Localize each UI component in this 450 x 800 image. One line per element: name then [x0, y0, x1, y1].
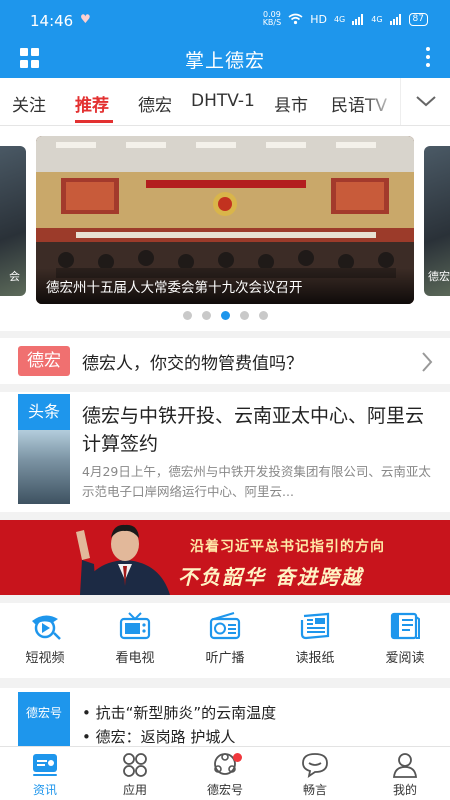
- top-news-card[interactable]: 头条 德宏与中铁开投、云南亚太中心、阿里云计算签约 4月29日上午，德宏州与中铁…: [0, 392, 450, 512]
- next-slide-caption: 德宏: [428, 270, 450, 283]
- hd-label: HD: [310, 12, 327, 26]
- dehong-badge: 德宏: [18, 346, 70, 376]
- news-carousel[interactable]: 会 德宏州十五届人大常委会第十九次会议召开 德宏: [0, 126, 450, 331]
- active-tab-indicator: [75, 120, 113, 123]
- leader-portrait: [76, 524, 170, 595]
- quicknav-label: 看电视: [115, 651, 155, 666]
- news-title[interactable]: 德宏与中铁开投、云南亚太中心、阿里云计算签约: [82, 402, 442, 458]
- tab-guanzhu[interactable]: 关注: [12, 91, 46, 116]
- book-icon: [390, 612, 420, 640]
- net-speed: 0.09 KB/S: [263, 11, 282, 27]
- nav-label: 我的: [392, 783, 417, 797]
- nav-label: 应用: [122, 783, 147, 797]
- news-icon: [33, 754, 57, 776]
- carousel-next-slide[interactable]: 德宏: [424, 146, 450, 296]
- notification-badge: [233, 753, 242, 762]
- dehonghao-item[interactable]: • 抗击“新型肺炎”的云南温度: [82, 702, 276, 723]
- category-tabs: 关注 推荐 德宏 DHTV-1 县市 民语TV: [0, 78, 450, 126]
- quicknav-label: 读报纸: [295, 651, 335, 666]
- status-time: 14:46: [30, 12, 74, 30]
- expand-tabs-button[interactable]: [400, 78, 450, 125]
- tab-dhtv-1[interactable]: DHTV-1: [191, 91, 255, 111]
- battery-indicator: 87: [408, 12, 428, 26]
- dehonghao-card[interactable]: 德宏号 • 抗击“新型肺炎”的云南温度 • 德宏：返岗路 护城人: [0, 688, 450, 746]
- radio-icon: [209, 612, 241, 640]
- quicknav-label: 爱阅读: [385, 651, 425, 666]
- carousel-dot[interactable]: [239, 311, 249, 320]
- headline-ticker[interactable]: 德宏 德宏人，你交的物管费值吗？: [0, 338, 450, 384]
- nav-profile[interactable]: 我的: [360, 751, 450, 798]
- status-bar: 14:46 ♥ 0.09 KB/S HD 4G 4G 87: [0, 0, 450, 38]
- signal-icon: [352, 13, 364, 25]
- app-title: 掌上德宏: [184, 50, 265, 72]
- carousel-dot[interactable]: [201, 311, 211, 320]
- chat-icon: [302, 753, 328, 778]
- tab-tuijian[interactable]: 推荐: [75, 91, 109, 116]
- headline-text[interactable]: 德宏人，你交的物管费值吗？: [82, 349, 303, 374]
- news-thumbnail: 头条: [18, 394, 70, 504]
- wifi-icon: [288, 13, 303, 25]
- nav-label: 畅言: [302, 783, 327, 797]
- banner-slogan-line1: 沿着习近平总书记指引的方向: [190, 539, 385, 555]
- quicknav-label: 听广播: [205, 651, 245, 666]
- banner-slogan-line2: 不负韶华 奋进跨越: [178, 565, 363, 589]
- more-options-icon[interactable]: [424, 47, 432, 67]
- carousel-current-slide[interactable]: 德宏州十五届人大常委会第十九次会议召开: [36, 136, 414, 304]
- promo-banner[interactable]: 沿着习近平总书记指引的方向 不负韶华 奋进跨越: [0, 520, 450, 595]
- carousel-dots: [0, 311, 450, 320]
- tab-xianshi[interactable]: 县市: [274, 91, 308, 116]
- carousel-dot-active[interactable]: [220, 311, 230, 320]
- nav-chat[interactable]: 畅言: [270, 751, 360, 798]
- nav-label: 德宏号: [206, 783, 243, 797]
- nav-label: 资讯: [32, 783, 57, 797]
- quicknav-reading[interactable]: 爱阅读: [360, 611, 450, 666]
- dehonghao-logo: 德宏号: [18, 692, 70, 746]
- profile-icon: [393, 753, 417, 778]
- dehonghao-item[interactable]: • 德宏：返岗路 护城人: [82, 726, 235, 746]
- chevron-right-icon[interactable]: [420, 351, 434, 373]
- tab-dehong[interactable]: 德宏: [138, 91, 172, 116]
- tv-icon: [119, 612, 151, 640]
- news-summary: 4月29日上午，德宏州与中铁开发投资集团有限公司、云南亚太示范电子口岸网络运行中…: [82, 464, 431, 499]
- quicknav-tv[interactable]: 看电视: [90, 611, 180, 666]
- status-indicators: 0.09 KB/S HD 4G 4G 87: [263, 11, 428, 27]
- nav-dehonghao[interactable]: 德宏号: [180, 751, 270, 798]
- carousel-dot[interactable]: [182, 311, 192, 320]
- quick-nav: 短视频 看电视 听广播 读报纸 爱阅读: [0, 603, 450, 678]
- nav-apps[interactable]: 应用: [90, 751, 180, 798]
- quicknav-newspaper[interactable]: 读报纸: [270, 611, 360, 666]
- quicknav-radio[interactable]: 听广播: [180, 611, 270, 666]
- network-1-label: 4G: [333, 14, 346, 24]
- newspaper-icon: [300, 612, 330, 640]
- apps-icon: [123, 753, 147, 777]
- short-video-icon: [32, 615, 61, 640]
- net-speed-unit: KB/S: [262, 18, 282, 27]
- quicknav-short-video[interactable]: 短视频: [0, 611, 90, 666]
- carousel-caption: 德宏州十五届人大常委会第十九次会议召开: [46, 280, 303, 296]
- health-heart-icon: ♥: [80, 12, 91, 26]
- bottom-nav: 资讯 应用 德宏号 畅言 我的: [0, 746, 450, 800]
- prev-slide-caption: 会: [9, 270, 20, 283]
- quicknav-label: 短视频: [25, 651, 65, 666]
- signal-icon: [389, 13, 401, 25]
- app-header: 掌上德宏: [0, 38, 450, 78]
- carousel-dot[interactable]: [258, 311, 268, 320]
- toutiao-tag: 头条: [18, 394, 70, 430]
- tabs-fade: [362, 78, 400, 125]
- chevron-down-icon: [416, 96, 436, 107]
- nav-news[interactable]: 资讯: [0, 751, 90, 798]
- carousel-prev-slide[interactable]: 会: [0, 146, 26, 296]
- network-2-label: 4G: [371, 14, 383, 24]
